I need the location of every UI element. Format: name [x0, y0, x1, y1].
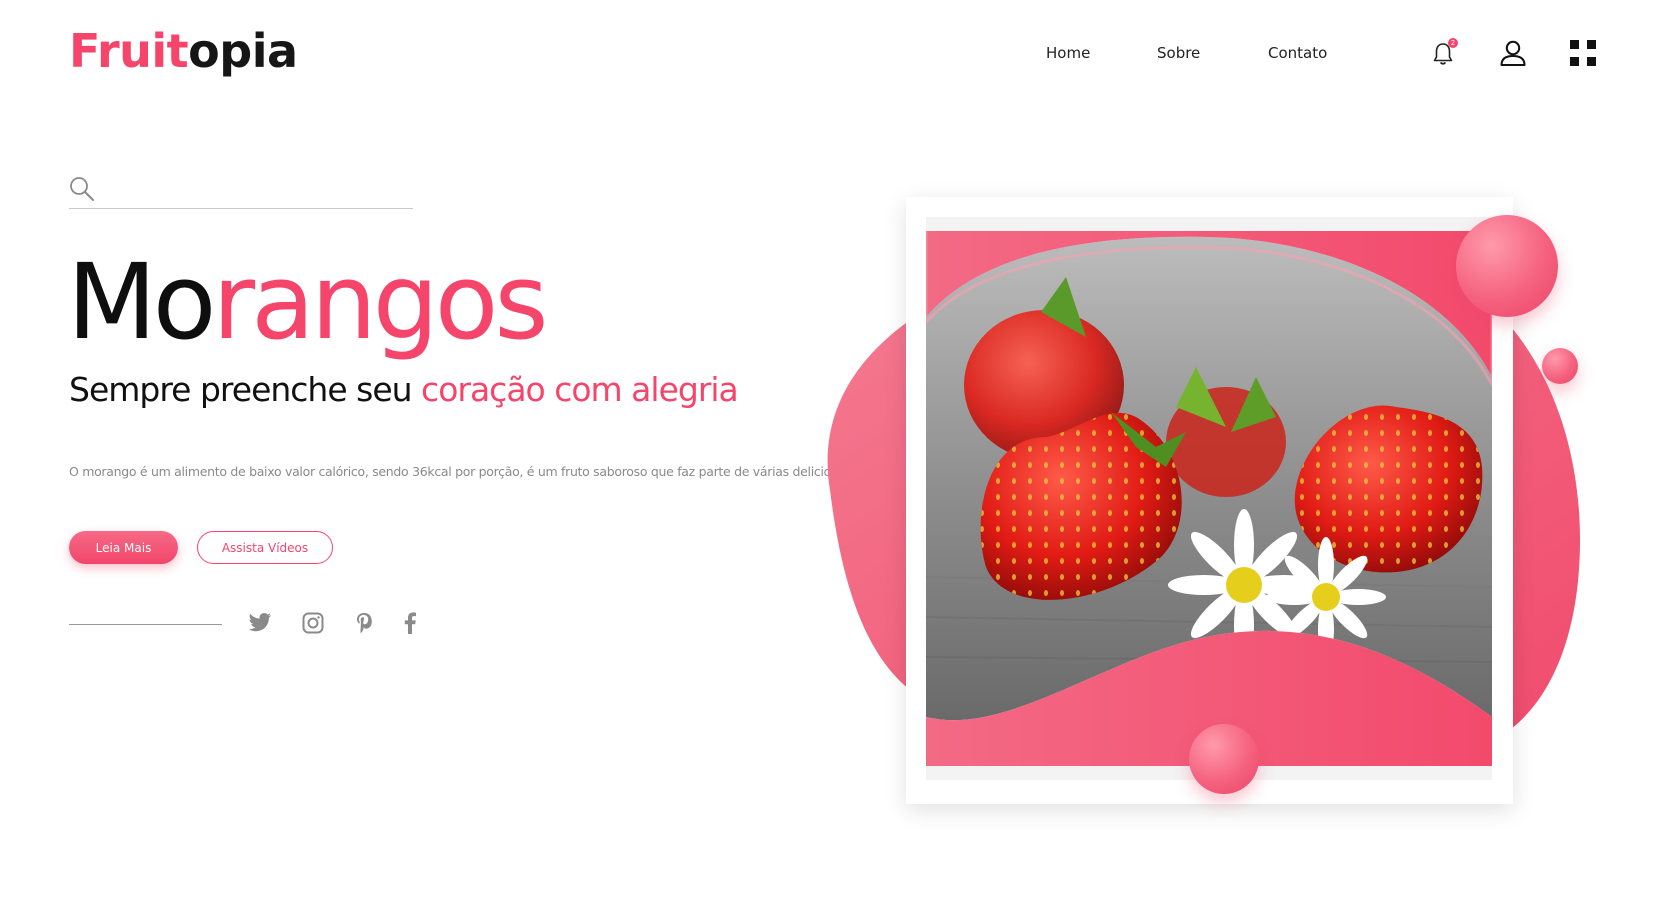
- decorative-ball-bottom: [1189, 724, 1259, 794]
- hero-visual: [820, 190, 1600, 830]
- hero-title: Morangos: [67, 250, 549, 354]
- nav-contato[interactable]: Contato: [1268, 44, 1327, 62]
- hero-subtitle-part1: Sempre preenche seu: [69, 370, 422, 409]
- search-icon: [70, 177, 94, 201]
- notification-bell-icon[interactable]: 2: [1432, 38, 1458, 66]
- search-bar: [69, 174, 413, 209]
- grid-menu-icon[interactable]: [1570, 40, 1596, 66]
- brand-logo-part2: opia: [188, 24, 298, 78]
- hero-title-part1: Mo: [67, 241, 216, 363]
- nav-home[interactable]: Home: [1046, 44, 1090, 62]
- search-input[interactable]: [107, 178, 411, 206]
- hero-subtitle: Sempre preenche seu coração com alegria: [69, 370, 739, 409]
- strawberry-photo: [926, 217, 1492, 780]
- nav-sobre[interactable]: Sobre: [1157, 44, 1200, 62]
- notification-badge: 2: [1448, 38, 1458, 48]
- decorative-ball-small: [1542, 348, 1578, 384]
- hero-description: O morango é um alimento de baixo valor c…: [69, 464, 906, 479]
- brand-logo[interactable]: Fruitopia: [69, 28, 298, 74]
- twitter-icon[interactable]: [248, 612, 272, 638]
- brand-logo-part1: Fruit: [69, 24, 189, 78]
- pinterest-icon[interactable]: [355, 612, 373, 638]
- facebook-icon[interactable]: [404, 612, 416, 638]
- hero-title-part2: rangos: [212, 241, 548, 363]
- social-divider: [69, 624, 222, 625]
- instagram-icon[interactable]: [302, 612, 324, 638]
- decorative-ball-large: [1456, 215, 1558, 317]
- hero-subtitle-part2: coração com alegria: [421, 370, 739, 409]
- read-more-button[interactable]: Leia Mais: [69, 531, 178, 564]
- user-icon[interactable]: [1499, 39, 1527, 67]
- watch-videos-button[interactable]: Assista Vídeos: [197, 531, 333, 564]
